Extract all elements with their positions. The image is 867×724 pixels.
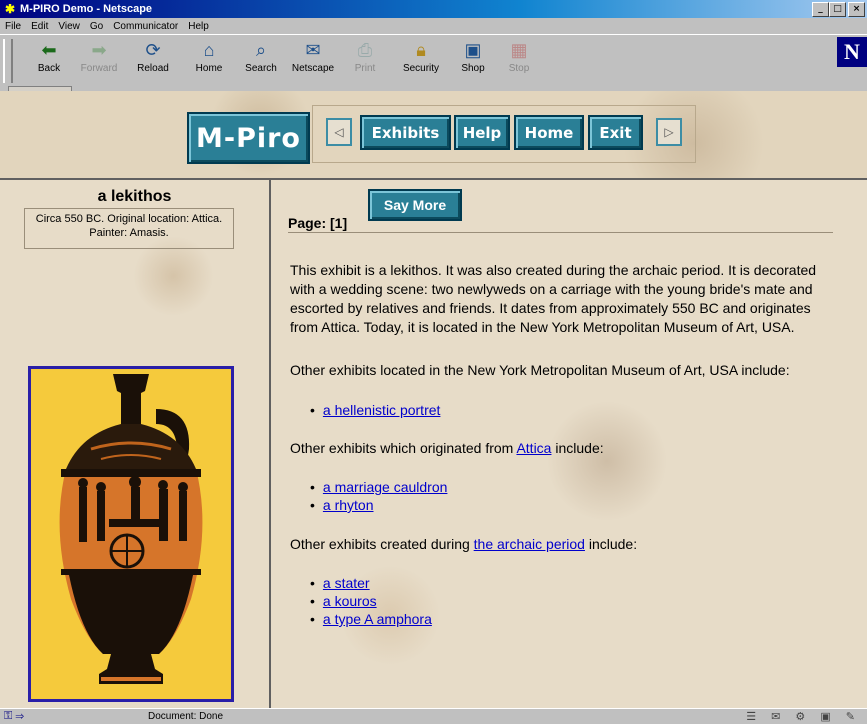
lock-icon: 🔒︎ (416, 40, 426, 60)
netscape-logo: N (837, 37, 867, 67)
list-item: a marriage cauldron (310, 478, 448, 496)
exhibit-description: This exhibit is a lekithos. It was also … (290, 262, 817, 335)
security-button[interactable]: 🔒︎ Security (398, 37, 444, 81)
reload-button[interactable]: ⟳ Reload (130, 37, 176, 81)
link-type-a-amphora[interactable]: a type A amphora (323, 611, 432, 627)
origin-exhibit-list: a marriage cauldron a rhyton (310, 478, 448, 514)
home-nav-button[interactable]: Home (514, 115, 584, 150)
link-stater[interactable]: a stater (323, 575, 370, 591)
reload-icon: ⟳ (145, 40, 161, 60)
exhibit-title: a lekithos (97, 188, 172, 205)
link-attica[interactable]: Attica (516, 440, 551, 456)
link-kouros[interactable]: a kouros (323, 593, 377, 609)
museum-exhibit-list: a hellenistic portret (310, 401, 441, 419)
navigation-toolbar: ⬅ Back ➡ Forward ⟳ Reload ⌂ Home ⌕ Searc… (0, 34, 867, 93)
netscape-button[interactable]: ✉ Netscape (290, 37, 336, 81)
list-item: a type A amphora (310, 610, 432, 628)
previous-arrow-button[interactable]: ◁ (326, 118, 352, 146)
exhibit-side-frame: a lekithos Circa 550 BC. Original locati… (0, 180, 271, 708)
list-item: a kouros (310, 592, 432, 610)
title-bar: ✱ M-PIRO Demo - Netscape _ □ × (0, 0, 867, 18)
close-button[interactable]: × (848, 2, 865, 17)
netscape-app-icon: ✱ (4, 2, 16, 16)
lekithos-vase-illustration (31, 369, 231, 699)
page-indicator: Page: [1] (288, 215, 348, 231)
search-button[interactable]: ⌕ Search (238, 37, 284, 81)
status-text: Document: Done (148, 711, 224, 722)
stop-icon: ▦ (510, 40, 528, 60)
section-period-text: Other exhibits created during the archai… (290, 536, 638, 552)
menu-communicator[interactable]: Communicator (108, 21, 183, 32)
section-origin-text: Other exhibits which originated from Att… (290, 440, 604, 456)
minimize-button[interactable]: _ (812, 2, 829, 17)
print-icon: ⎙ (357, 40, 373, 60)
toolbar-grip[interactable] (3, 39, 13, 83)
left-triangle-icon: ◁ (334, 125, 344, 139)
menu-edit[interactable]: Edit (26, 21, 53, 32)
say-more-button[interactable]: Say More (368, 189, 462, 221)
link-marriage-cauldron[interactable]: a marriage cauldron (323, 479, 448, 495)
back-button[interactable]: ⬅ Back (26, 37, 72, 81)
top-nav-frame: M-Piro ◁ Exhibits Help Home Exit ▷ (0, 91, 867, 180)
list-item: a hellenistic portret (310, 401, 441, 419)
stop-button[interactable]: ▦ Stop (496, 37, 542, 81)
window-title: M-PIRO Demo - Netscape (20, 3, 153, 15)
link-archaic-period[interactable]: the archaic period (474, 536, 585, 552)
shop-button[interactable]: ▣ Shop (450, 37, 496, 81)
search-icon: ⌕ (255, 40, 267, 60)
status-bar: ⚿ ⇒ Document: Done ☰ ✉ ⚙ ▣ ✎ (0, 708, 867, 724)
maximize-button[interactable]: □ (829, 2, 846, 17)
component-bar-icons[interactable]: ☰ ✉ ⚙ ▣ ✎ (746, 710, 861, 723)
forward-arrow-icon: ➡ (91, 40, 107, 60)
print-button[interactable]: ⎙ Print (342, 37, 388, 81)
menu-help[interactable]: Help (183, 21, 214, 32)
right-triangle-icon: ▷ (664, 125, 674, 139)
exhibit-info-box: Circa 550 BC. Original location: Attica.… (24, 208, 234, 249)
netscape-icon: ✉ (305, 40, 321, 60)
link-rhyton[interactable]: a rhyton (323, 497, 374, 513)
security-status-icon[interactable]: ⚿ ⇒ (4, 710, 24, 723)
menu-file[interactable]: File (0, 21, 26, 32)
menu-view[interactable]: View (53, 21, 85, 32)
next-arrow-button[interactable]: ▷ (656, 118, 682, 146)
page-content: M-Piro ◁ Exhibits Help Home Exit ▷ a lek… (0, 91, 867, 708)
shop-icon: ▣ (464, 40, 482, 60)
period-exhibit-list: a stater a kouros a type A amphora (310, 574, 432, 628)
exhibits-button[interactable]: Exhibits (360, 115, 451, 150)
browser-window: ✱ M-PIRO Demo - Netscape _ □ × File Edit… (0, 0, 867, 724)
section-museum-text: Other exhibits located in the New York M… (290, 362, 790, 378)
menu-bar: File Edit View Go Communicator Help (0, 18, 867, 34)
home-icon: ⌂ (203, 40, 215, 60)
exit-button[interactable]: Exit (588, 115, 643, 150)
menu-go[interactable]: Go (85, 21, 108, 32)
m-piro-logo[interactable]: M-Piro (187, 112, 310, 164)
list-item: a rhyton (310, 496, 447, 514)
link-hellenistic-portret[interactable]: a hellenistic portret (323, 402, 441, 418)
help-button[interactable]: Help (454, 115, 510, 150)
back-arrow-icon: ⬅ (41, 40, 57, 60)
forward-button[interactable]: ➡ Forward (76, 37, 122, 81)
list-item: a stater (310, 574, 432, 592)
window-controls: _ □ × (812, 2, 865, 17)
exhibit-image (28, 366, 234, 702)
divider (288, 232, 833, 233)
description-frame: Page: [1] Say More This exhibit is a lek… (272, 180, 867, 708)
home-button[interactable]: ⌂ Home (186, 37, 232, 81)
